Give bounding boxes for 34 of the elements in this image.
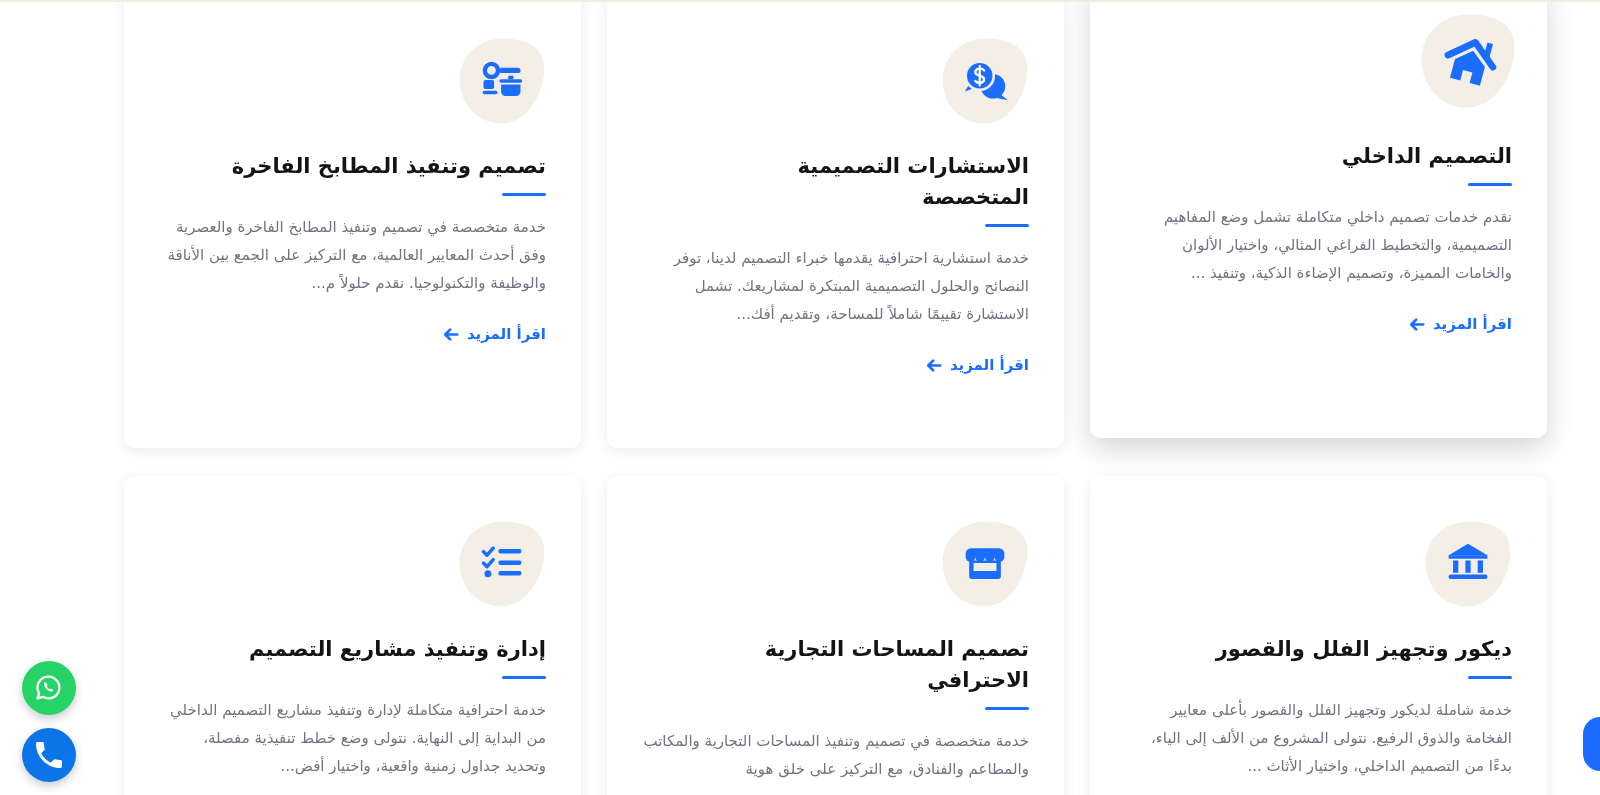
columned-building-icon <box>1424 520 1512 608</box>
title-accent-bar <box>502 676 546 679</box>
service-title: الاستشارات التصميمية المتخصصة <box>796 153 1029 211</box>
checklist-icon <box>458 520 546 608</box>
title-accent-bar <box>985 224 1029 227</box>
phone-icon <box>36 742 62 768</box>
title-accent-bar <box>1468 183 1512 186</box>
service-description: نقدم خدمات تصميم داخلي متكاملة تشمل وضع المفاهيم التصميمية، والتخطيط الفراغي المثالي، واختيار الألوان والخامات المميزة، وتصميم الإضاءة الذكية، وتنفيذ ... <box>1162 207 1512 284</box>
read-more-link[interactable]: اقرأ المزيد <box>1409 315 1512 333</box>
title-accent-bar <box>502 193 546 196</box>
title-accent-bar <box>985 707 1029 710</box>
arrow-left-icon <box>926 358 942 372</box>
read-more-link[interactable]: اقرأ المزيد <box>926 356 1029 374</box>
house-icon <box>1419 12 1517 110</box>
service-description: خدمة متخصصة في تصميم وتنفيذ المساحات التجارية والمكاتب والمطاعم والفنادق، مع التركيز على خلق هوية <box>642 731 1029 780</box>
service-title: ديكور وتجهيز الفلل والقصور <box>1215 636 1512 663</box>
service-title: تصميم المساحات التجارية الاحترافي <box>763 636 1029 694</box>
service-title: التصميم الداخلي <box>1341 143 1512 170</box>
chat-dollar-icon <box>941 37 1029 125</box>
service-description: خدمة احترافية متكاملة لإدارة وتنفيذ مشاريع التصميم الداخلي من البداية إلى النهاية. نتولى وضع خطط تنفيذية مفصلة، وتحديد جداول زمنية واقعية، واختيار أفض... <box>169 700 546 777</box>
service-title: تصميم وتنفيذ المطابخ الفاخرة <box>231 153 546 180</box>
service-title: إدارة وتنفيذ مشاريع التصميم <box>249 636 546 663</box>
kitchen-utensils-icon <box>458 37 546 125</box>
read-more-link[interactable]: اقرأ المزيد <box>443 325 546 343</box>
call-button[interactable] <box>22 728 76 782</box>
service-description: خدمة استشارية احترافية يقدمها خبراء التصميم لدينا، توفر النصائح والحلول التصميمية المبتكرة لمشاريعك. تشمل الاستشارة تقييمًا شاملاً للمساحة، وتقديم أفك... <box>672 248 1029 325</box>
storefront-icon <box>941 520 1029 608</box>
title-accent-bar <box>1468 676 1512 679</box>
phone-speech-bubble-icon <box>36 675 62 701</box>
arrow-left-icon <box>1409 317 1425 331</box>
service-description: خدمة شاملة لديكور وتجهيز الفلل والقصور بأعلى معايير الفخامة والذوق الرفيع. نتولى المشروع من الألف إلى الياء، بدءًا من التصميم الداخلي، واختيار الأثاث ... <box>1149 698 1512 778</box>
arrow-left-icon <box>443 327 459 341</box>
service-description: خدمة متخصصة في تصميم وتنفيذ المطابخ الفاخرة والعصرية وفق أحدث المعايير العالمية، مع التركيز على الجمع بين الأناقة والوظيفة والتكنولوجيا. نقدم حلولاً م... <box>166 217 546 294</box>
floating-button[interactable] <box>1583 717 1600 771</box>
